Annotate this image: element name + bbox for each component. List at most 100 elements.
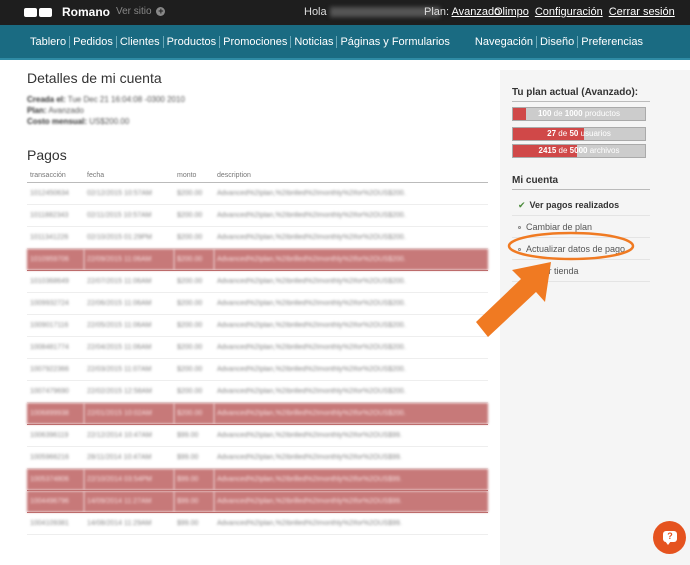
cell-date: 22/10/2014 03:54PM bbox=[84, 468, 174, 491]
top-bar: Romano Ver sitio + Hola Plan: Avanzado O… bbox=[0, 0, 690, 25]
cell-date: 14/08/2014 11:29AM bbox=[84, 512, 174, 535]
cell-description: Advanced%2Iplan,%2Ibrilled%2Imonthly%2If… bbox=[214, 182, 488, 205]
table-row[interactable]: 1004496796 14/09/2014 11:27AM $99.00 Advanc… bbox=[27, 490, 488, 513]
nav-design[interactable]: Diseño bbox=[537, 36, 579, 48]
nav-promotions[interactable]: Promociones bbox=[220, 36, 292, 48]
brand-logo-icon[interactable] bbox=[20, 6, 54, 19]
cell-amount: $200.00 bbox=[174, 292, 214, 315]
cell-description: Advanced%2Iplan,%2Ibrilled%2Imonthly%2If… bbox=[214, 446, 488, 469]
cell-transaction: 1007479690 bbox=[27, 380, 84, 403]
cell-description: Advanced%2Iplan,%2Ibrilled%2Imonthly%2If… bbox=[214, 226, 488, 249]
cell-amount: $200.00 bbox=[174, 270, 214, 293]
table-row[interactable]: 1010959706 22/09/2015 11:06AM $200.00 Advan… bbox=[27, 248, 488, 271]
cell-date: 02/12/2015 10:57AM bbox=[84, 182, 174, 205]
logout-link[interactable]: Cerrar sesión bbox=[609, 6, 675, 18]
cell-date: 22/03/2015 11:07AM bbox=[84, 358, 174, 381]
cell-transaction: 1011882343 bbox=[27, 204, 84, 227]
cell-date: 14/09/2014 11:27AM bbox=[84, 490, 174, 513]
plan-link[interactable]: Avanzado bbox=[452, 6, 501, 18]
main-content: Detalles de mi cuenta Creada el: Tue Dec… bbox=[27, 70, 488, 535]
account-menu: ✔ Ver pagos realizados Cambiar de plan Actu… bbox=[512, 194, 650, 282]
table-row[interactable]: 1009017116 22/05/2015 11:06AM $200.00 Advan… bbox=[27, 314, 488, 337]
cell-description: Advanced%2Iplan,%2Ibrilled%2Imonthly%2If… bbox=[214, 248, 488, 271]
cell-date: 22/09/2015 11:06AM bbox=[84, 248, 174, 271]
cell-amount: $200.00 bbox=[174, 336, 214, 359]
table-row[interactable]: 1006899938 22/01/2015 10:02AM $200.00 Advan… bbox=[27, 402, 488, 425]
account-menu-item[interactable]: Actualizar datos de pago bbox=[512, 238, 650, 260]
nav-pages-forms[interactable]: Páginas y Formularios bbox=[337, 36, 452, 48]
cell-description: Advanced%2Iplan,%2Ibrilled%2Imonthly%2If… bbox=[214, 512, 488, 535]
cell-amount: $200.00 bbox=[174, 248, 214, 271]
payments-body: 1012450634 02/12/2015 10:57AM $200.00 Advan… bbox=[27, 182, 488, 535]
col-date: fecha bbox=[84, 169, 174, 183]
cell-transaction: 1005374806 bbox=[27, 468, 84, 491]
account-menu-item[interactable]: Cerrar tienda bbox=[512, 260, 650, 282]
table-row[interactable]: 1007922366 22/03/2015 11:07AM $200.00 Advan… bbox=[27, 358, 488, 381]
cell-description: Advanced%2Iplan,%2Ibrilled%2Imonthly%2If… bbox=[214, 424, 488, 447]
olimpo-link[interactable]: Olimpo bbox=[494, 6, 529, 18]
cell-description: Advanced%2Iplan,%2Ibrilled%2Imonthly%2If… bbox=[214, 204, 488, 227]
payments-table: transacción fecha monto description 1012… bbox=[27, 169, 488, 535]
cell-transaction: 1010368649 bbox=[27, 270, 84, 293]
current-plan: Plan: Avanzado bbox=[424, 6, 501, 18]
store-name[interactable]: Romano bbox=[62, 5, 110, 19]
nav-dashboard[interactable]: Tablero bbox=[27, 36, 71, 48]
nav-right: Navegación Diseño Preferencias bbox=[472, 36, 646, 48]
table-row[interactable]: 1004109381 14/08/2014 11:29AM $99.00 Advanc… bbox=[27, 512, 488, 535]
cell-transaction: 1004496796 bbox=[27, 490, 84, 513]
cell-amount: $200.00 bbox=[174, 358, 214, 381]
cell-amount: $99.00 bbox=[174, 446, 214, 469]
nav-customers[interactable]: Clientes bbox=[117, 36, 164, 48]
cell-transaction: 1008481774 bbox=[27, 336, 84, 359]
nav-preferences[interactable]: Preferencias bbox=[578, 36, 646, 48]
top-links: Olimpo Configuración Cerrar sesión bbox=[494, 6, 681, 18]
cell-date: 02/11/2015 10:57AM bbox=[84, 204, 174, 227]
nav-orders[interactable]: Pedidos bbox=[70, 36, 117, 48]
cell-date: 22/12/2014 10:47AM bbox=[84, 424, 174, 447]
account-menu-item[interactable]: Cambiar de plan bbox=[512, 216, 650, 238]
bullet-icon bbox=[518, 270, 521, 274]
bullet-icon bbox=[518, 248, 521, 252]
cell-transaction: 1007922366 bbox=[27, 358, 84, 381]
nav-products[interactable]: Productos bbox=[164, 36, 221, 48]
cell-transaction: 1006899938 bbox=[27, 402, 84, 425]
nav-navigation[interactable]: Navegación bbox=[472, 36, 537, 48]
table-row[interactable]: 1005966216 28/11/2014 10:47AM $99.00 Advanc… bbox=[27, 446, 488, 469]
table-row[interactable]: 1011882343 02/11/2015 10:57AM $200.00 Advan… bbox=[27, 204, 488, 227]
table-row[interactable]: 1011341226 02/10/2015 01:29PM $200.00 Advan… bbox=[27, 226, 488, 249]
help-chat-button[interactable]: ? bbox=[653, 521, 686, 554]
table-row[interactable]: 1009932724 22/06/2015 11:06AM $200.00 Advan… bbox=[27, 292, 488, 315]
cell-amount: $200.00 bbox=[174, 380, 214, 403]
table-row[interactable]: 1010368649 22/07/2015 11:06AM $200.00 Advan… bbox=[27, 270, 488, 293]
table-row[interactable]: 1008481774 22/04/2015 11:06AM $200.00 Advan… bbox=[27, 336, 488, 359]
account-menu-item[interactable]: ✔ Ver pagos realizados bbox=[512, 194, 650, 216]
check-icon: ✔ bbox=[518, 200, 526, 210]
cell-amount: $200.00 bbox=[174, 182, 214, 205]
cell-transaction: 1004109381 bbox=[27, 512, 84, 535]
payments-title: Pagos bbox=[27, 147, 67, 163]
cell-amount: $200.00 bbox=[174, 314, 214, 337]
cell-date: 22/05/2015 11:06AM bbox=[84, 314, 174, 337]
visit-site-link[interactable]: Ver sitio + bbox=[116, 6, 166, 17]
quota-bar-productos: 100 de 1000 productos bbox=[512, 107, 646, 121]
cell-amount: $200.00 bbox=[174, 226, 214, 249]
nav-news[interactable]: Noticias bbox=[291, 36, 338, 48]
plus-circle-icon: + bbox=[156, 6, 166, 16]
cell-description: Advanced%2Iplan,%2Ibrilled%2Imonthly%2If… bbox=[214, 292, 488, 315]
cell-amount: $200.00 bbox=[174, 204, 214, 227]
cell-description: Advanced%2Iplan,%2Ibrilled%2Imonthly%2If… bbox=[214, 402, 488, 425]
table-row[interactable]: 1005374806 22/10/2014 03:54PM $99.00 Advanc… bbox=[27, 468, 488, 491]
cell-date: 28/11/2014 10:47AM bbox=[84, 446, 174, 469]
cell-description: Advanced%2Iplan,%2Ibrilled%2Imonthly%2If… bbox=[214, 468, 488, 491]
cell-date: 22/06/2015 11:06AM bbox=[84, 292, 174, 315]
cell-description: Advanced%2Iplan,%2Ibrilled%2Imonthly%2If… bbox=[214, 270, 488, 293]
table-row[interactable]: 1012450634 02/12/2015 10:57AM $200.00 Advan… bbox=[27, 182, 488, 205]
cell-transaction: 1010959706 bbox=[27, 248, 84, 271]
quota-bar-archivos: 2415 de 5000 archivos bbox=[512, 144, 646, 158]
cell-transaction: 1012450634 bbox=[27, 182, 84, 205]
quota-bar-usuarios: 27 de 50 usuarios bbox=[512, 127, 646, 141]
cell-date: 22/01/2015 10:02AM bbox=[84, 402, 174, 425]
settings-link[interactable]: Configuración bbox=[535, 6, 603, 18]
table-row[interactable]: 1007479690 22/02/2015 12:58AM $200.00 Advan… bbox=[27, 380, 488, 403]
table-row[interactable]: 1006396119 22/12/2014 10:47AM $99.00 Advanc… bbox=[27, 424, 488, 447]
